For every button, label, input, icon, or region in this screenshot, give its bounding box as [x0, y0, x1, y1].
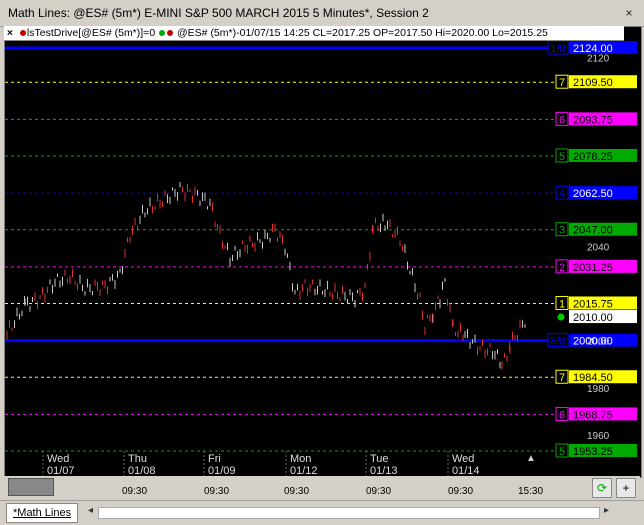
last-price-marker: [557, 313, 565, 321]
math-line-label: 7: [559, 372, 565, 384]
last-price-value: 2010.00: [573, 312, 613, 324]
math-line-label: 1/8: [550, 43, 565, 55]
price-tag-value: 2062.50: [573, 188, 613, 200]
status-dot-icon: [167, 30, 174, 37]
time-axis-label: 09:30: [284, 486, 310, 497]
math-line-label: 4: [559, 188, 565, 200]
price-tag-value: 2109.50: [573, 77, 613, 89]
math-line-label: 5: [559, 151, 565, 163]
math-line-label: 3: [559, 225, 565, 237]
math-line-label: 5: [559, 446, 565, 458]
price-tag-value: 1968.75: [573, 409, 613, 421]
status-dot-icon: [19, 30, 26, 37]
close-indicator-icon[interactable]: ×: [4, 26, 16, 40]
price-chart[interactable]: 1/8 2124.007 2109.506 2093.755 2078.254 2062.…: [5, 41, 641, 477]
date-day-label: Tue: [370, 453, 389, 465]
math-line-label: 1: [559, 298, 565, 310]
price-tag-value: 2015.75: [573, 298, 613, 310]
price-tag-value: 2047.00: [573, 225, 613, 237]
time-axis-label: 09:30: [448, 486, 474, 497]
date-day-label: Wed: [47, 453, 69, 465]
close-button[interactable]: ×: [620, 4, 638, 22]
tab-math-lines[interactable]: *Math Lines: [6, 503, 79, 523]
time-axis-label: 09:30: [366, 486, 392, 497]
title-bar[interactable]: Math Lines: @ES# (5m*) E-MINI S&P 500 MA…: [0, 0, 644, 27]
status-dot-icon: [159, 30, 166, 37]
price-axis-tick: 2120: [587, 53, 610, 64]
indicator-label: lsTestDrive[@ES# (5m*)]=0: [26, 27, 156, 39]
date-day-label: Thu: [128, 453, 147, 465]
symbol-data-label: @ES# (5m*)-01/07/15 14:25 CL=2017.25 OP=…: [177, 27, 548, 39]
math-line-label: 6: [559, 114, 565, 126]
price-axis-tick: 1960: [587, 431, 610, 442]
price-axis-tick: 2040: [587, 242, 610, 253]
refresh-icon[interactable]: ⟳: [592, 478, 612, 498]
time-scroll-toolbar: ⟳ + 09:30 09:30 09:30 09:30 09:30 15:30: [4, 476, 640, 498]
price-tag-value: 2093.75: [573, 114, 613, 126]
scroll-marker: ▲: [526, 453, 536, 464]
tab-bar: *Math Lines ◂ ▸: [0, 500, 644, 525]
price-axis-tick: 2000: [587, 337, 610, 348]
tab-scroll-left-icon[interactable]: ◂: [88, 505, 93, 516]
indicator-info-bar: × lsTestDrive[@ES# (5m*)]=0 @ES# (5m*)-0…: [4, 26, 624, 41]
math-line-label: 2: [559, 262, 565, 274]
date-day-label: Wed: [452, 453, 474, 465]
time-axis-label: 09:30: [204, 486, 230, 497]
date-day-label: Mon: [290, 453, 311, 465]
price-axis-tick: 1980: [587, 384, 610, 395]
price-tag-value: 2078.25: [573, 151, 613, 163]
math-line-label: 8/8: [550, 336, 565, 348]
tab-scroll-right-icon[interactable]: ▸: [604, 505, 609, 516]
chart-window: Math Lines: @ES# (5m*) E-MINI S&P 500 MA…: [0, 0, 644, 525]
window-title: Math Lines: @ES# (5m*) E-MINI S&P 500 MA…: [8, 6, 429, 20]
scroll-thumb[interactable]: [8, 478, 54, 496]
time-axis-label: 15:30: [518, 486, 544, 497]
date-day-label: Fri: [208, 453, 221, 465]
chart-area[interactable]: 1/8 2124.00 7 2109.50 6 2093.75 5 2078.25 4 2062.…: [4, 26, 642, 478]
time-axis-label: 09:30: [122, 486, 148, 497]
price-tag-value: 1984.50: [573, 372, 613, 384]
price-tag-value: 1953.25: [573, 446, 613, 458]
tab-scrollbar[interactable]: [98, 507, 600, 519]
plus-icon[interactable]: +: [616, 478, 636, 498]
math-line-label: 6: [559, 409, 565, 421]
math-line-label: 7: [559, 77, 565, 89]
price-tag-value: 2031.25: [573, 262, 613, 274]
